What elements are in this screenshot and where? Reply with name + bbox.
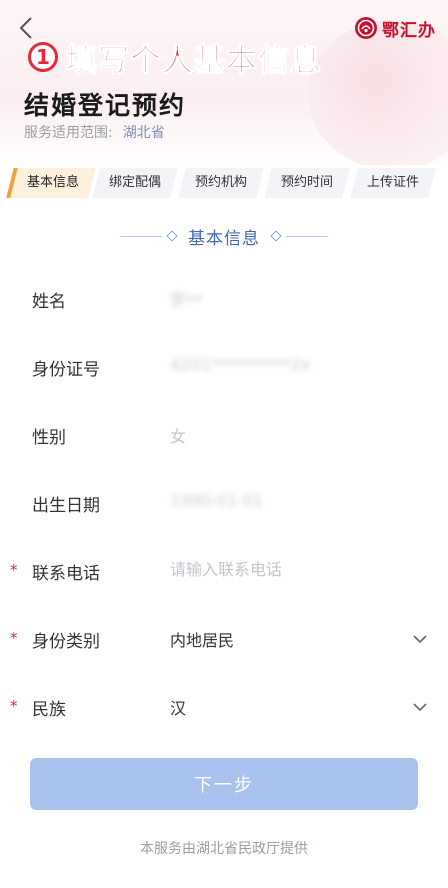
next-step-button[interactable]: 下一步 bbox=[30, 758, 418, 810]
required-marker: * bbox=[10, 629, 18, 647]
step-heading: 1 填写个人基本信息 bbox=[28, 34, 322, 80]
step-number-badge: 1 bbox=[28, 42, 58, 72]
tab-time[interactable]: 预约时间 bbox=[264, 168, 350, 198]
tab-label: 上传证件 bbox=[366, 175, 419, 190]
phone-input[interactable] bbox=[170, 555, 400, 583]
section-title: 基本信息 bbox=[188, 228, 260, 249]
name-label: 姓名 bbox=[32, 292, 66, 312]
tab-label: 绑定配偶 bbox=[108, 175, 161, 190]
tab-label: 预约机构 bbox=[194, 175, 247, 190]
tab-institution[interactable]: 预约机构 bbox=[178, 168, 264, 198]
chevron-down-icon[interactable] bbox=[412, 699, 428, 715]
divider bbox=[120, 235, 162, 237]
tab-upload[interactable]: 上传证件 bbox=[350, 168, 436, 198]
header-banner: 鄂汇办 1 填写个人基本信息 结婚登记预约 服务适用范围: 湖北省 bbox=[0, 0, 448, 165]
brand-logo-icon bbox=[355, 17, 377, 39]
page-title: 结婚登记预约 bbox=[24, 91, 187, 120]
required-marker: * bbox=[10, 697, 18, 715]
ethnicity-select[interactable]: 汉 bbox=[170, 695, 186, 719]
ethnicity-label: 民族 bbox=[32, 700, 66, 720]
brand-name: 鄂汇办 bbox=[382, 20, 436, 41]
form-row-phone: * 联系电话 bbox=[0, 537, 448, 605]
name-value: 罗** bbox=[170, 291, 203, 310]
id-type-label: 身份类别 bbox=[32, 632, 100, 652]
tab-bind-spouse[interactable]: 绑定配偶 bbox=[92, 168, 178, 198]
scope-value: 湖北省 bbox=[122, 125, 165, 141]
chevron-down-icon[interactable] bbox=[412, 631, 428, 647]
required-marker: * bbox=[10, 561, 18, 579]
id-number-label: 身份证号 bbox=[32, 360, 100, 380]
form-row-name: 姓名 罗** bbox=[0, 265, 448, 333]
form-row-ethnicity[interactable]: * 民族 汉 bbox=[0, 673, 448, 741]
id-type-select[interactable]: 内地居民 bbox=[170, 627, 234, 651]
gender-label: 性别 bbox=[32, 428, 66, 448]
form-row-id-type[interactable]: * 身份类别 内地居民 bbox=[0, 605, 448, 673]
diamond-icon bbox=[270, 230, 282, 242]
form-row-id-number: 身份证号 4201**********2x bbox=[0, 333, 448, 401]
divider bbox=[286, 235, 328, 237]
id-number-value: 4201**********2x bbox=[170, 355, 311, 374]
tab-basic-info[interactable]: 基本信息 bbox=[6, 168, 96, 198]
section-header: 基本信息 bbox=[0, 223, 448, 249]
birth-date-value: 1990-01-01 bbox=[170, 491, 263, 510]
birth-date-label: 出生日期 bbox=[32, 496, 100, 516]
basic-info-form: 姓名 罗** 身份证号 4201**********2x 性别 女 出生日期 1… bbox=[0, 265, 448, 741]
form-row-gender: 性别 女 bbox=[0, 401, 448, 469]
tab-label: 预约时间 bbox=[280, 175, 333, 190]
brand: 鄂汇办 bbox=[354, 15, 436, 41]
scope-label: 服务适用范围: bbox=[24, 125, 113, 141]
service-scope: 服务适用范围: 湖北省 bbox=[24, 122, 165, 142]
tab-label: 基本信息 bbox=[26, 175, 79, 190]
form-row-birth-date: 出生日期 1990-01-01 bbox=[0, 469, 448, 537]
gender-value: 女 bbox=[170, 427, 187, 446]
decorative-background bbox=[308, 20, 448, 165]
footer-note: 本服务由湖北省民政厅提供 bbox=[140, 841, 308, 857]
diamond-icon bbox=[166, 230, 178, 242]
step-tabs: 基本信息 绑定配偶 预约机构 预约时间 上传证件 bbox=[0, 168, 448, 198]
phone-label: 联系电话 bbox=[32, 564, 100, 584]
step-title: 填写个人基本信息 bbox=[66, 42, 322, 79]
